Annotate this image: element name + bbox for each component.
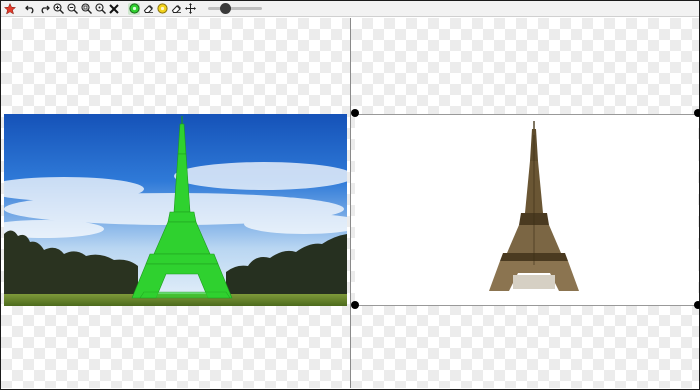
mark-foreground-icon[interactable] [128,2,140,15]
source-photo[interactable] [4,114,347,306]
crop-region[interactable] [355,114,698,306]
mark-background-icon[interactable] [156,3,168,15]
crop-handle-bottom-left[interactable] [351,301,359,309]
undo-icon[interactable] [24,3,36,15]
redo-icon[interactable] [38,3,50,15]
move-icon[interactable] [184,3,196,15]
eraser-icon[interactable] [142,3,154,15]
crop-handle-bottom-right[interactable] [694,301,700,309]
crop-handle-top-right[interactable] [694,109,700,117]
output-canvas[interactable] [351,18,700,388]
brush-size-slider-knob[interactable] [220,3,231,14]
input-canvas[interactable] [1,18,350,388]
eraser-background-icon[interactable] [170,3,182,15]
toolbar-separator [122,3,126,15]
zoom-actual-size-icon[interactable] [94,3,106,15]
zoom-in-icon[interactable] [52,3,64,15]
toolbar-separator [18,3,22,15]
toolbar [1,1,699,17]
eiffel-tower-cutout [489,121,579,291]
brush-size-slider[interactable] [208,3,262,14]
crop-handle-top-left[interactable] [351,109,359,117]
zoom-fit-icon[interactable] [80,3,92,15]
app-logo-icon[interactable] [4,2,16,15]
zoom-out-icon[interactable] [66,3,78,15]
clear-icon[interactable] [108,3,120,15]
